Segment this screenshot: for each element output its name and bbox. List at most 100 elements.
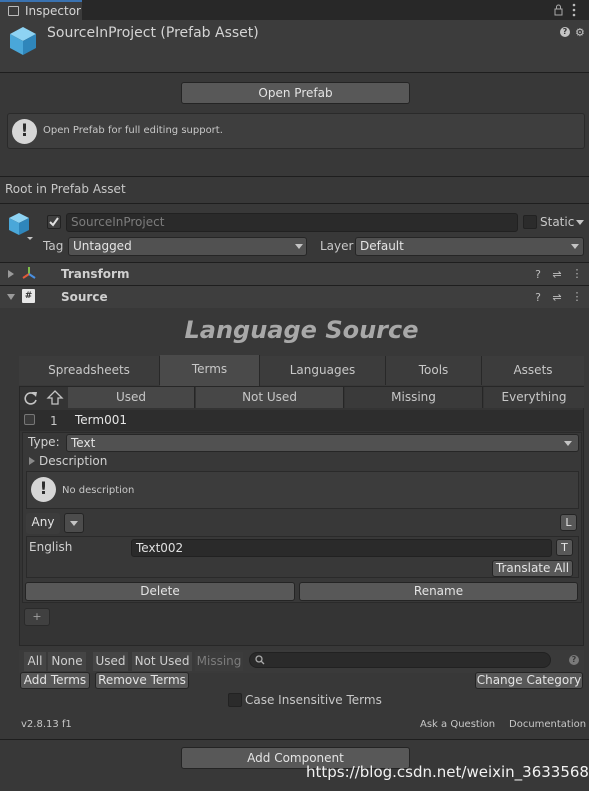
subtab-everything[interactable]: Everything bbox=[484, 387, 584, 408]
remove-terms-button[interactable]: Remove Terms bbox=[95, 672, 189, 689]
subtab-not-used[interactable]: Not Used bbox=[196, 387, 344, 408]
type-dropdown[interactable]: Text bbox=[66, 434, 579, 452]
tag-value: Untagged bbox=[73, 239, 132, 253]
delete-button[interactable]: Delete bbox=[25, 582, 295, 601]
transform-icon bbox=[22, 266, 36, 280]
language-label: English bbox=[29, 540, 73, 554]
case-insensitive-checkbox[interactable] bbox=[228, 693, 242, 707]
search-icon bbox=[255, 655, 265, 665]
static-dropdown-icon[interactable] bbox=[576, 220, 584, 225]
watermark: https://blog.csdn.net/weixin_36335685 bbox=[306, 763, 589, 781]
layer-value: Default bbox=[360, 239, 404, 253]
sort-up-icon[interactable] bbox=[46, 389, 64, 407]
script-icon: # bbox=[22, 289, 35, 303]
info-text: Open Prefab for full editing support. bbox=[43, 125, 223, 136]
refresh-icon[interactable] bbox=[22, 389, 40, 407]
type-value: Text bbox=[71, 436, 96, 450]
static-label[interactable]: Static bbox=[540, 215, 574, 229]
info-icon: ! bbox=[31, 477, 56, 502]
add-terms-button[interactable]: Add Terms bbox=[20, 672, 90, 689]
subtab-used[interactable]: Used bbox=[68, 387, 195, 408]
tag-dropdown[interactable]: Untagged bbox=[68, 237, 307, 256]
term-name: Term001 bbox=[75, 413, 127, 427]
preset-icon[interactable]: ⇌ bbox=[550, 291, 564, 304]
rename-button[interactable]: Rename bbox=[299, 582, 578, 601]
case-insensitive-label[interactable]: Case Insensitive Terms bbox=[245, 693, 382, 707]
chevron-down-icon bbox=[571, 244, 579, 249]
prefab-cube-icon bbox=[8, 25, 38, 57]
ask-question-link[interactable]: Ask a Question bbox=[420, 719, 495, 730]
static-checkbox[interactable] bbox=[523, 215, 537, 229]
more-vert-icon[interactable]: ⋮ bbox=[570, 290, 584, 303]
translate-all-button[interactable]: Translate All bbox=[492, 560, 573, 577]
help-icon[interactable]: ? bbox=[569, 655, 579, 665]
help-icon[interactable]: ? bbox=[531, 268, 545, 281]
transform-header[interactable]: Transform ? ⇌ ⋮ bbox=[0, 263, 589, 285]
description-box: ! No description bbox=[26, 471, 579, 509]
foldout-arrow-icon[interactable] bbox=[7, 294, 15, 300]
tab-assets[interactable]: Assets bbox=[482, 356, 584, 385]
layer-label: Layer bbox=[320, 239, 354, 253]
no-description-text: No description bbox=[62, 485, 135, 496]
preset-icon[interactable]: ⇌ bbox=[550, 268, 564, 281]
type-label: Type: bbox=[28, 435, 60, 449]
l-button[interactable]: L bbox=[560, 514, 577, 531]
chevron-down-icon bbox=[564, 441, 572, 446]
tab-terms[interactable]: Terms bbox=[160, 355, 260, 386]
source-label: Source bbox=[61, 290, 108, 304]
settings-gear-icon[interactable]: ⚙ bbox=[575, 26, 585, 39]
more-vert-icon[interactable] bbox=[572, 3, 576, 17]
version-label: v2.8.13 f1 bbox=[21, 719, 72, 730]
layer-dropdown[interactable]: Default bbox=[355, 237, 584, 256]
translation-field[interactable]: Text002 bbox=[131, 539, 552, 557]
search-input[interactable] bbox=[267, 653, 547, 667]
chevron-down-icon bbox=[295, 244, 303, 249]
help-icon[interactable]: ? bbox=[560, 27, 570, 37]
transform-label: Transform bbox=[61, 267, 130, 281]
divider bbox=[0, 203, 589, 204]
open-prefab-button[interactable]: Open Prefab bbox=[181, 82, 410, 104]
chevron-down-icon bbox=[70, 521, 78, 526]
description-label[interactable]: Description bbox=[39, 454, 107, 468]
tab-languages[interactable]: Languages bbox=[260, 356, 386, 385]
root-label: Root in Prefab Asset bbox=[5, 182, 126, 196]
term-index: 1 bbox=[50, 414, 58, 428]
foldout-arrow-icon[interactable] bbox=[29, 457, 35, 465]
translate-t-button[interactable]: T bbox=[556, 539, 573, 556]
divider bbox=[0, 72, 589, 73]
filter-all-button[interactable]: All bbox=[24, 652, 46, 671]
filter-missing-button[interactable]: Missing bbox=[195, 652, 243, 671]
source-header[interactable]: # Source ? ⇌ ⋮ bbox=[0, 286, 589, 308]
active-checkbox[interactable] bbox=[47, 215, 61, 229]
help-icon[interactable]: ? bbox=[531, 291, 545, 304]
term-select-checkbox[interactable] bbox=[24, 414, 35, 425]
foldout-arrow-icon[interactable] bbox=[8, 270, 14, 278]
more-vert-icon[interactable]: ⋮ bbox=[570, 267, 584, 280]
subtab-missing[interactable]: Missing bbox=[345, 387, 483, 408]
tab-spreadsheets[interactable]: Spreadsheets bbox=[19, 356, 160, 385]
divider bbox=[0, 176, 589, 177]
gameobject-cube-icon[interactable] bbox=[7, 211, 35, 241]
filter-not-used-button[interactable]: Not Used bbox=[132, 652, 192, 671]
any-dropdown-button[interactable] bbox=[64, 513, 84, 533]
tag-label: Tag bbox=[43, 239, 64, 253]
documentation-link[interactable]: Documentation bbox=[509, 719, 586, 730]
tab-tools[interactable]: Tools bbox=[386, 356, 482, 385]
change-category-button[interactable]: Change Category bbox=[475, 672, 583, 689]
info-icon: ! bbox=[12, 119, 37, 144]
divider bbox=[0, 739, 589, 740]
tab-label: Inspector bbox=[25, 4, 81, 18]
add-term-plus-button[interactable]: + bbox=[24, 608, 50, 626]
tab-inspector[interactable]: Inspector bbox=[0, 0, 82, 21]
filter-used-button[interactable]: Used bbox=[93, 652, 128, 671]
lock-icon[interactable] bbox=[554, 4, 563, 16]
term-row[interactable]: 1 Term001 bbox=[20, 410, 583, 431]
gameobject-name-field[interactable]: SourceInProject bbox=[66, 213, 518, 232]
info-box: ! Open Prefab for full editing support. bbox=[7, 113, 585, 149]
filter-none-button[interactable]: None bbox=[48, 652, 86, 671]
search-field[interactable] bbox=[249, 652, 551, 668]
any-button[interactable]: Any bbox=[26, 513, 60, 534]
header-title: SourceInProject (Prefab Asset) bbox=[47, 25, 259, 41]
inspector-tab-icon bbox=[8, 6, 19, 16]
language-source-title: Language Source bbox=[184, 316, 419, 344]
